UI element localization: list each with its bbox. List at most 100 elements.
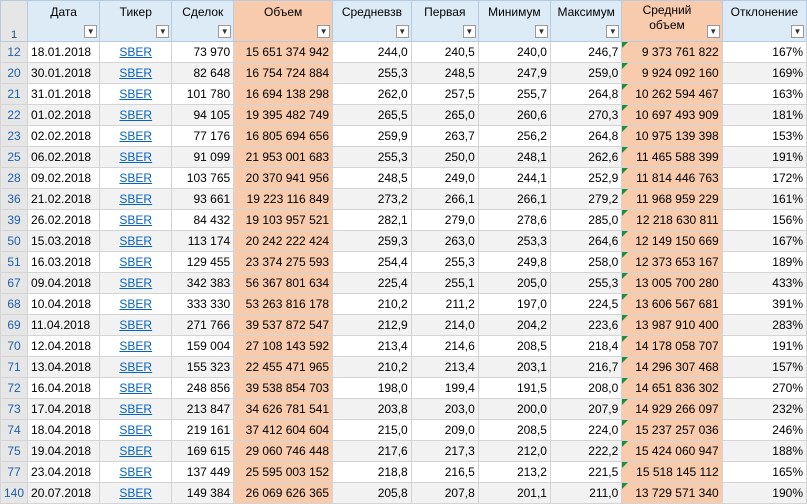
cell-wavg[interactable]: 262,0 [332,83,412,105]
cell-min[interactable]: 253,3 [477,230,551,252]
row-number[interactable]: 39 [0,209,29,231]
cell-deals[interactable]: 91 099 [171,146,235,168]
cell-wavg[interactable]: 225,4 [332,272,412,294]
cell-deviation[interactable]: 157% [721,356,807,378]
cell-wavg[interactable]: 265,5 [332,104,412,126]
cell-min[interactable]: 240,0 [477,41,551,63]
col-header-volume[interactable]: Объем ▼ [233,0,334,42]
cell-first[interactable]: 265,0 [410,104,479,126]
cell-volume[interactable]: 19 223 116 849 [233,188,334,210]
cell-avg-volume[interactable]: 15 237 257 036 [621,419,723,441]
cell-deals[interactable]: 129 455 [171,251,235,273]
cell-deviation[interactable]: 433% [721,272,807,294]
cell-first[interactable]: 216,5 [410,461,479,483]
cell-ticker[interactable]: SBER [99,440,173,462]
cell-max[interactable]: 223,6 [549,314,623,336]
cell-volume[interactable]: 29 060 746 448 [233,440,334,462]
row-number[interactable]: 12 [0,41,29,63]
col-header-deviation[interactable]: Отклонение ▼ [721,0,807,42]
cell-deviation[interactable]: 246% [721,419,807,441]
filter-dropdown-icon[interactable]: ▼ [84,25,98,38]
cell-ticker[interactable]: SBER [99,251,173,273]
cell-deviation[interactable]: 232% [721,398,807,420]
cell-date[interactable]: 19.04.2018 [27,440,101,462]
cell-deals[interactable]: 94 105 [171,104,235,126]
cell-avg-volume[interactable]: 10 262 594 467 [621,83,723,105]
col-header-deals[interactable]: Сделок ▼ [171,0,235,42]
cell-date[interactable]: 16.04.2018 [27,377,101,399]
cell-min[interactable]: 266,1 [477,188,551,210]
col-header-min[interactable]: Минимум ▼ [477,0,551,42]
cell-first[interactable]: 209,0 [410,419,479,441]
cell-min[interactable]: 208,5 [477,419,551,441]
row-number[interactable]: 68 [0,293,29,315]
ticker-link[interactable]: SBER [119,360,152,374]
col-header-avg-volume[interactable]: Средний объем ▼ [621,0,723,42]
cell-wavg[interactable]: 259,3 [332,230,412,252]
cell-date[interactable]: 02.02.2018 [27,125,101,147]
cell-max[interactable]: 224,5 [549,293,623,315]
cell-deals[interactable]: 169 615 [171,440,235,462]
cell-deviation[interactable]: 191% [721,146,807,168]
row-number[interactable]: 140 [0,482,29,504]
cell-min[interactable]: 212,0 [477,440,551,462]
cell-volume[interactable]: 25 595 003 152 [233,461,334,483]
filter-dropdown-icon[interactable]: ▼ [606,25,620,38]
ticker-link[interactable]: SBER [119,87,152,101]
ticker-link[interactable]: SBER [119,423,152,437]
cell-first[interactable]: 263,7 [410,125,479,147]
cell-ticker[interactable]: SBER [99,419,173,441]
cell-ticker[interactable]: SBER [99,188,173,210]
cell-ticker[interactable]: SBER [99,398,173,420]
cell-deviation[interactable]: 165% [721,461,807,483]
cell-avg-volume[interactable]: 14 929 266 097 [621,398,723,420]
cell-deals[interactable]: 333 330 [171,293,235,315]
cell-deviation[interactable]: 161% [721,188,807,210]
row-number[interactable]: 74 [0,419,29,441]
cell-min[interactable]: 205,0 [477,272,551,294]
ticker-link[interactable]: SBER [119,192,152,206]
cell-deals[interactable]: 113 174 [171,230,235,252]
row-number[interactable]: 50 [0,230,29,252]
filter-dropdown-icon[interactable]: ▼ [706,25,720,38]
cell-date[interactable]: 06.02.2018 [27,146,101,168]
cell-avg-volume[interactable]: 11 968 959 229 [621,188,723,210]
ticker-link[interactable]: SBER [119,234,152,248]
cell-date[interactable]: 30.01.2018 [27,62,101,84]
ticker-link[interactable]: SBER [119,486,152,500]
cell-deviation[interactable]: 181% [721,104,807,126]
cell-deviation[interactable]: 172% [721,167,807,189]
cell-avg-volume[interactable]: 13 987 910 400 [621,314,723,336]
row-number[interactable]: 51 [0,251,29,273]
cell-volume[interactable]: 39 538 854 703 [233,377,334,399]
cell-first[interactable]: 249,0 [410,167,479,189]
cell-min[interactable]: 248,1 [477,146,551,168]
cell-ticker[interactable]: SBER [99,62,173,84]
cell-date[interactable]: 11.04.2018 [27,314,101,336]
cell-volume[interactable]: 53 263 816 178 [233,293,334,315]
cell-ticker[interactable]: SBER [99,356,173,378]
cell-avg-volume[interactable]: 10 697 493 909 [621,104,723,126]
row-number[interactable]: 69 [0,314,29,336]
row-number[interactable]: 28 [0,167,29,189]
ticker-link[interactable]: SBER [119,129,152,143]
cell-avg-volume[interactable]: 14 651 836 302 [621,377,723,399]
cell-max[interactable]: 264,6 [549,230,623,252]
cell-avg-volume[interactable]: 11 814 446 763 [621,167,723,189]
filter-active-icon[interactable]: ▼ [791,25,804,38]
row-number[interactable]: 70 [0,335,29,357]
cell-min[interactable]: 197,0 [477,293,551,315]
cell-ticker[interactable]: SBER [99,377,173,399]
col-header-first[interactable]: Первая ▼ [410,0,479,42]
col-header-date[interactable]: Дата ▼ [27,0,101,42]
cell-deals[interactable]: 155 323 [171,356,235,378]
cell-deviation[interactable]: 191% [721,335,807,357]
cell-volume[interactable]: 26 069 626 365 [233,482,334,504]
cell-wavg[interactable]: 198,0 [332,377,412,399]
cell-min[interactable]: 191,5 [477,377,551,399]
cell-avg-volume[interactable]: 12 218 630 811 [621,209,723,231]
cell-date[interactable]: 15.03.2018 [27,230,101,252]
filter-dropdown-icon[interactable]: ▼ [218,25,232,38]
cell-deviation[interactable]: 391% [721,293,807,315]
cell-deals[interactable]: 342 383 [171,272,235,294]
